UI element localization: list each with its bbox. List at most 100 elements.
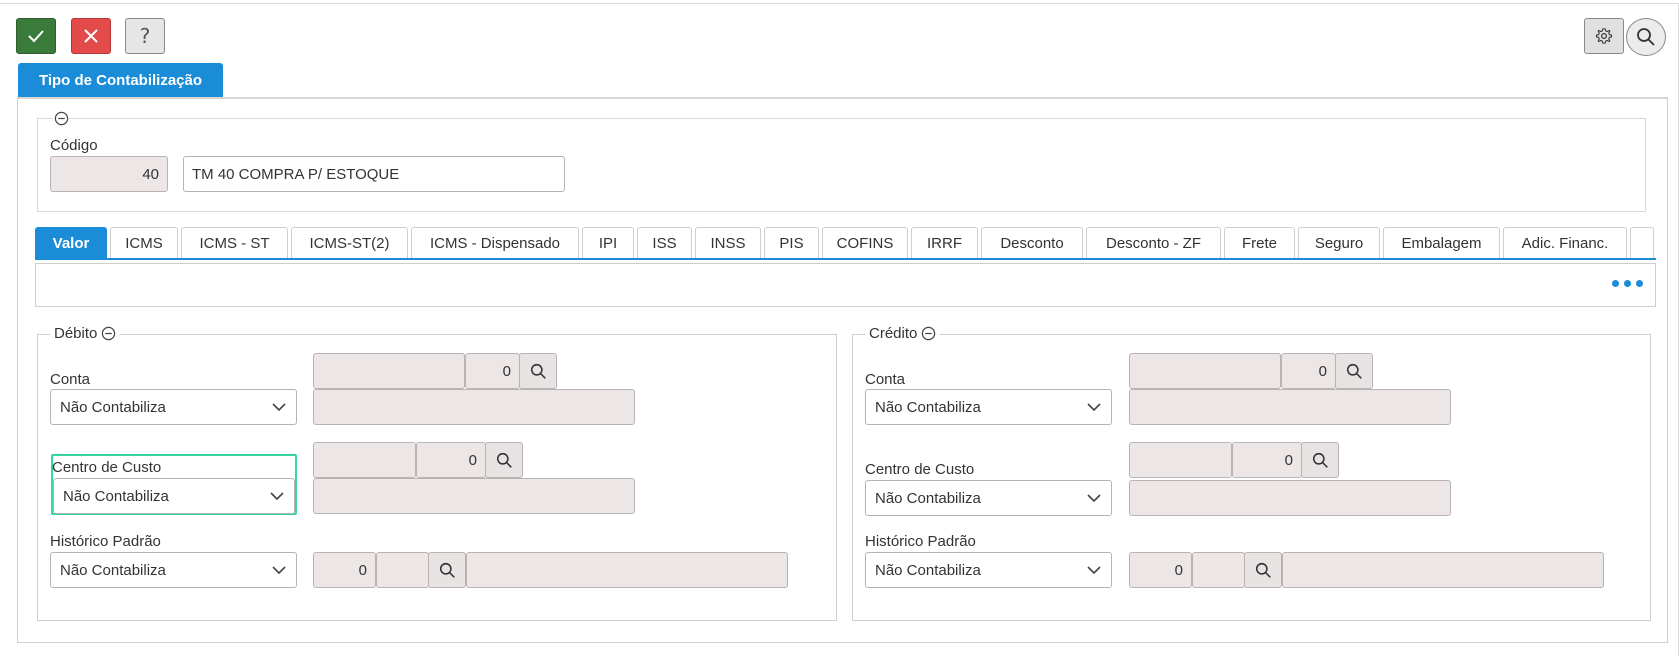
tab-iss[interactable]: ISS <box>637 227 692 259</box>
debito-historico-select-value: Não Contabiliza <box>60 561 166 579</box>
debito-conta-select[interactable]: Não Contabiliza <box>50 389 297 425</box>
tab-desconto[interactable]: Desconto <box>981 227 1083 259</box>
minus-circle-icon[interactable] <box>921 326 936 341</box>
debito-historico-desc-input[interactable] <box>466 552 788 588</box>
debito-conta-select-value: Não Contabiliza <box>60 398 166 416</box>
tab-content-area <box>35 263 1656 307</box>
tab-cofins[interactable]: COFINS <box>822 227 908 259</box>
debito-centro-number-input[interactable]: 0 <box>416 442 486 478</box>
debito-centro-code-input[interactable] <box>313 442 416 478</box>
credito-historico-number-input[interactable]: 0 <box>1129 552 1192 588</box>
tab-tipo-de-contabilizacao[interactable]: Tipo de Contabilização <box>18 63 223 97</box>
credito-conta-number-input[interactable]: 0 <box>1281 353 1336 389</box>
tabs-underline <box>35 258 1656 260</box>
tab-adic-financ[interactable]: Adic. Financ. <box>1503 227 1627 259</box>
debito-historico-search-button[interactable] <box>428 552 466 588</box>
credito-centro-label: Centro de Custo <box>865 461 975 478</box>
search-icon <box>530 363 546 379</box>
tab-icms[interactable]: ICMS <box>110 227 178 259</box>
debito-historico-select[interactable]: Não Contabiliza <box>50 552 297 588</box>
debito-title: Débito <box>54 325 98 342</box>
tax-tabs: Valor ICMS ICMS - ST ICMS-ST(2) ICMS - D… <box>35 227 1668 259</box>
help-button[interactable]: ? <box>125 18 165 54</box>
tab-inss[interactable]: INSS <box>695 227 761 259</box>
cancel-button[interactable] <box>71 18 111 54</box>
credito-centro-select[interactable]: Não Contabiliza <box>865 480 1112 516</box>
credito-conta-desc-input[interactable] <box>1129 389 1451 425</box>
search-icon <box>1346 363 1362 379</box>
credito-historico-code-input[interactable] <box>1192 552 1245 588</box>
credito-centro-desc-input[interactable] <box>1129 480 1451 516</box>
credito-centro-search-button[interactable] <box>1301 442 1339 478</box>
code-input[interactable]: 40 <box>50 156 168 192</box>
help-label: ? <box>139 24 151 48</box>
tab-desconto-zf[interactable]: Desconto - ZF <box>1086 227 1221 259</box>
global-search-button[interactable] <box>1626 18 1666 56</box>
search-icon <box>439 562 455 578</box>
confirm-button[interactable] <box>16 18 56 54</box>
minus-circle-icon <box>54 111 68 125</box>
credito-centro-select-value: Não Contabiliza <box>875 489 981 507</box>
credito-historico-select[interactable]: Não Contabiliza <box>865 552 1112 588</box>
settings-button[interactable] <box>1584 18 1624 54</box>
search-icon <box>496 452 512 468</box>
tab-overflow-edge[interactable] <box>1630 227 1654 259</box>
chevron-down-icon <box>272 403 286 412</box>
credito-title: Crédito <box>869 325 918 342</box>
debito-centro-select-value: Não Contabiliza <box>63 487 169 505</box>
debito-centro-desc-input[interactable] <box>313 478 635 514</box>
debito-historico-code-input[interactable] <box>376 552 429 588</box>
tab-icms-st[interactable]: ICMS - ST <box>181 227 288 259</box>
gear-icon <box>1596 28 1612 44</box>
debito-conta-desc-input[interactable] <box>313 389 635 425</box>
credito-conta-label: Conta <box>865 371 906 388</box>
debito-conta-code-input[interactable] <box>313 353 465 389</box>
more-options-icon[interactable] <box>1612 280 1643 287</box>
tab-seguro[interactable]: Seguro <box>1298 227 1380 259</box>
search-icon <box>1255 562 1271 578</box>
credito-centro-code-input[interactable] <box>1129 442 1232 478</box>
code-label: Código <box>50 137 98 154</box>
search-icon <box>1312 452 1328 468</box>
chevron-down-icon <box>1087 403 1101 412</box>
chevron-down-icon <box>272 566 286 575</box>
description-input[interactable]: TM 40 COMPRA P/ ESTOQUE <box>183 156 565 192</box>
debito-conta-label: Conta <box>50 371 91 388</box>
tab-embalagem[interactable]: Embalagem <box>1383 227 1500 259</box>
debito-legend: Débito <box>50 325 121 342</box>
credito-historico-search-button[interactable] <box>1244 552 1282 588</box>
collapse-header-button[interactable] <box>53 110 69 126</box>
credito-conta-select-value: Não Contabiliza <box>875 398 981 416</box>
tab-ipi[interactable]: IPI <box>582 227 634 259</box>
frame-top-border <box>0 3 1679 4</box>
x-icon <box>84 29 98 43</box>
chevron-down-icon <box>1087 494 1101 503</box>
credito-historico-select-value: Não Contabiliza <box>875 561 981 579</box>
credito-historico-desc-input[interactable] <box>1282 552 1604 588</box>
debito-historico-number-input[interactable]: 0 <box>313 552 376 588</box>
tab-pis[interactable]: PIS <box>764 227 819 259</box>
tab-icms-dispensado[interactable]: ICMS - Dispensado <box>411 227 579 259</box>
tab-valor[interactable]: Valor <box>35 227 107 259</box>
chevron-down-icon <box>1087 566 1101 575</box>
debito-centro-select[interactable]: Não Contabiliza <box>53 478 295 514</box>
credito-conta-search-button[interactable] <box>1335 353 1373 389</box>
minus-circle-icon[interactable] <box>101 326 116 341</box>
credito-centro-number-input[interactable]: 0 <box>1232 442 1302 478</box>
tab-icms-st-2[interactable]: ICMS-ST(2) <box>291 227 408 259</box>
debito-conta-search-button[interactable] <box>519 353 557 389</box>
debito-conta-number-input[interactable]: 0 <box>465 353 520 389</box>
credito-historico-label: Histórico Padrão <box>865 533 976 550</box>
main-tab-label: Tipo de Contabilização <box>38 71 203 89</box>
credito-conta-select[interactable]: Não Contabiliza <box>865 389 1112 425</box>
debito-centro-search-button[interactable] <box>485 442 523 478</box>
debito-historico-label: Histórico Padrão <box>50 533 161 550</box>
debito-centro-label: Centro de Custo <box>52 459 162 476</box>
tab-frete[interactable]: Frete <box>1224 227 1295 259</box>
check-icon <box>28 30 44 43</box>
credito-conta-code-input[interactable] <box>1129 353 1281 389</box>
chevron-down-icon <box>270 492 284 501</box>
credito-legend: Crédito <box>865 325 941 342</box>
search-icon <box>1637 28 1655 46</box>
tab-irrf[interactable]: IRRF <box>911 227 978 259</box>
